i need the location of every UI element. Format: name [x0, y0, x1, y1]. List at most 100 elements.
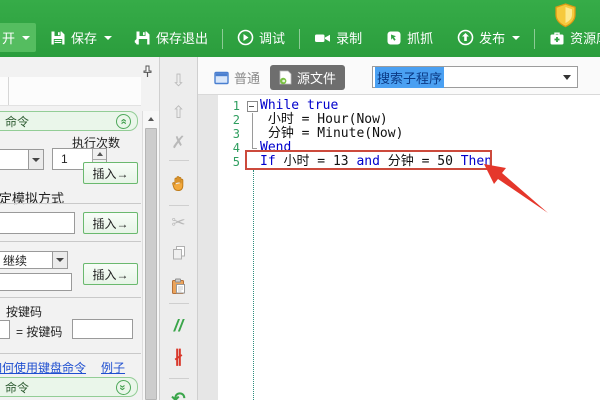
comment-button[interactable]: // — [166, 312, 192, 338]
fold-toggle-icon[interactable] — [244, 99, 260, 113]
subroutine-select-value: 搜索子程序 — [375, 66, 445, 88]
divider — [169, 160, 189, 161]
grab-label: 抓抓 — [407, 31, 434, 46]
chevron-down-icon — [104, 35, 113, 40]
mouse-commands-header[interactable]: 命令 « — [0, 377, 138, 397]
example-link[interactable]: 例子 — [101, 359, 125, 376]
move-up-icon: ⇧ — [171, 102, 186, 122]
divider — [0, 353, 141, 354]
sidebar-tabstrip — [0, 77, 141, 106]
uncomment-button[interactable]: ∦ — [166, 343, 192, 369]
tab-normal[interactable]: 普通 — [214, 68, 260, 87]
line-number: 1 — [232, 99, 240, 113]
divider — [0, 297, 141, 298]
divider — [169, 303, 189, 304]
sidebar-scrollbar[interactable] — [142, 111, 159, 400]
sim-mode-label: 设定模拟方式 — [0, 191, 65, 206]
line-number: 5 — [232, 155, 240, 169]
keyboard-commands-header[interactable]: 命令 « — [0, 111, 138, 131]
subroutine-select[interactable]: 搜索子程序 — [372, 66, 578, 88]
delete-button[interactable]: ✗ — [166, 129, 192, 155]
code-line[interactable]: 1 While true — [198, 98, 600, 114]
sim-mode-input[interactable] — [0, 212, 75, 234]
move-down-button[interactable]: ⇩ — [166, 67, 192, 93]
tab-source-label: 源文件 — [297, 71, 337, 86]
keycode-key-input[interactable] — [0, 320, 10, 339]
script-editor: 普通 源文件 搜索子程序 1 While true 2 小时 = Hour(Now)… — [198, 57, 600, 400]
chevron-down-icon — [512, 35, 521, 40]
move-up-button[interactable]: ⇧ — [166, 99, 192, 125]
tab-normal-label: 普通 — [234, 71, 261, 86]
paste-button[interactable] — [166, 273, 192, 299]
scrollbar-thumb[interactable] — [145, 128, 157, 400]
floppy-icon — [51, 31, 65, 44]
fold-guide — [244, 113, 260, 127]
divider — [169, 378, 189, 379]
toolbox-icon — [550, 32, 564, 44]
insert-button[interactable]: 插入→ — [83, 263, 138, 285]
shield-icon — [555, 3, 576, 28]
scroll-up-icon[interactable] — [143, 111, 159, 127]
chevron-down-icon[interactable] — [52, 252, 67, 268]
record-button[interactable]: 录制 — [308, 23, 368, 52]
continue-dropdown[interactable]: 继续 — [0, 251, 68, 269]
save-button[interactable]: 保存 — [44, 23, 118, 52]
insert-button[interactable]: 插入→ — [83, 162, 138, 184]
expand-icon[interactable]: « — [116, 379, 131, 395]
spin-up-icon[interactable] — [93, 149, 106, 160]
insert-button[interactable]: 插入→ — [83, 212, 138, 234]
camera-icon — [315, 34, 331, 42]
copy-icon — [172, 246, 185, 260]
wait-key-input[interactable] — [0, 273, 72, 291]
editor-tab-bar: 普通 源文件 搜索子程序 — [198, 57, 600, 95]
floppy-exit-icon — [134, 31, 150, 44]
source-file-icon — [279, 70, 292, 85]
line-number: 2 — [232, 113, 240, 127]
keycode-section-label: 按键码 — [6, 305, 43, 319]
toolbar-separator — [534, 29, 536, 49]
move-down-icon: ⇩ — [171, 70, 186, 90]
scissors-icon: ✂ — [171, 212, 186, 232]
divider — [0, 203, 141, 204]
continue-dropdown-value: 继续 — [3, 253, 28, 268]
copy-button[interactable] — [166, 240, 192, 266]
open-button[interactable]: 开 — [0, 23, 37, 52]
toolbar-separator — [222, 29, 224, 49]
resources-label: 资源库 — [570, 31, 600, 46]
grab-button[interactable]: 抓抓 — [380, 23, 439, 52]
collapse-icon[interactable]: « — [116, 113, 131, 129]
main-toolbar: 开 保存 保存退出 调试 录制 抓抓 发布 资源 — [0, 0, 600, 57]
line-number: 4 — [232, 141, 240, 155]
hand-icon — [171, 176, 183, 191]
code-text: While true — [260, 98, 339, 113]
uncomment-icon: ∦ — [174, 346, 183, 366]
play-circle-icon — [237, 29, 254, 46]
comment-icon: // — [173, 315, 184, 335]
save-exit-button[interactable]: 保存退出 — [128, 23, 214, 52]
code-line[interactable]: 3 分钟 = Minute(Now) — [198, 127, 600, 141]
undo-button[interactable]: ↶ — [166, 385, 192, 400]
fold-guide — [244, 127, 260, 141]
chevron-down-icon[interactable] — [28, 150, 43, 169]
delete-icon: ✗ — [171, 132, 186, 152]
paste-icon — [172, 278, 185, 294]
highlight-box — [245, 150, 492, 170]
line-number: 3 — [232, 127, 240, 141]
cut-button[interactable]: ✂ — [166, 209, 192, 235]
chevron-down-icon — [563, 74, 571, 80]
code-line[interactable]: 2 小时 = Hour(Now) — [198, 113, 600, 127]
divider — [169, 205, 189, 206]
keyboard-help-link[interactable]: 如何使用键盘命令 — [0, 359, 86, 376]
publish-button[interactable]: 发布 — [451, 23, 526, 52]
open-label: 开 — [2, 31, 16, 46]
quick-macro-window: 开 保存 保存退出 调试 录制 抓抓 发布 资源 命令 « 执行次数 1 插入→… — [0, 0, 600, 400]
debug-label: 调试 — [259, 31, 286, 46]
publish-icon — [457, 29, 474, 46]
command-sidebar: 命令 « 执行次数 1 插入→ 设定模拟方式 插入→ 继续 插入→ 按键码 = … — [0, 57, 160, 400]
pin-icon[interactable] — [142, 65, 153, 78]
key-select-dropdown[interactable] — [0, 149, 44, 170]
keycode-value-input[interactable] — [72, 319, 133, 339]
debug-button[interactable]: 调试 — [231, 23, 291, 52]
tab-source-file[interactable]: 源文件 — [270, 65, 346, 90]
hand-tool-button[interactable] — [166, 170, 192, 196]
